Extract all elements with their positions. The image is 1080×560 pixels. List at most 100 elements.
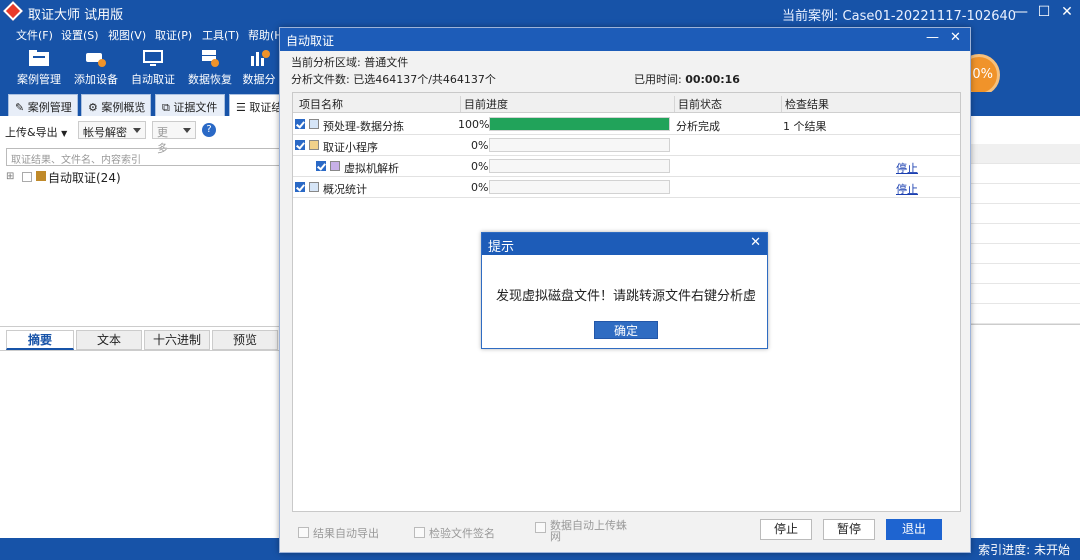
auto-export-checkbox[interactable]: 结果自动导出 [298, 525, 379, 541]
alert-title: 提示 [488, 240, 515, 255]
table-header: 项目名称 目前进度 目前状态 检查结果 [293, 93, 960, 113]
add-device-button[interactable]: 添加设备 [66, 46, 126, 90]
col-result: 检查结果 [781, 96, 829, 112]
row-name: 虚拟机解析 [344, 162, 399, 175]
alert-close-button[interactable]: ✕ [750, 235, 761, 250]
close-button[interactable]: ✕ [1056, 2, 1078, 22]
table-row[interactable]: 虚拟机解析 0% 停止 [293, 156, 960, 177]
mini-program-icon [309, 140, 319, 150]
stop-button[interactable]: 停止 [760, 519, 812, 540]
bar-chart-icon [251, 50, 270, 66]
progress-bar [489, 138, 670, 152]
list-row [961, 204, 1080, 224]
row-checkbox[interactable] [316, 161, 326, 171]
row-checkbox[interactable] [295, 182, 305, 192]
row-checkbox[interactable] [295, 140, 305, 150]
list-row [961, 164, 1080, 184]
row-percent: 0% [471, 160, 489, 173]
detail-pane [0, 350, 285, 538]
table-row[interactable]: 预处理-数据分拣 100% 分析完成 1 个结果 [293, 114, 960, 135]
menu-help[interactable]: 帮助(H [248, 27, 283, 43]
tab-forensics-results[interactable]: ☰ 取证结 [229, 94, 283, 116]
menu-file[interactable]: 文件(F) [16, 27, 53, 43]
tab-evidence-files[interactable]: ⧉ 证据文件 [155, 94, 225, 116]
menu-forensics[interactable]: 取证(P) [155, 27, 192, 43]
analysis-area: 当前分析区域: 普通文件 [291, 56, 409, 69]
tree-checkbox[interactable] [22, 172, 32, 182]
add-device-icon [86, 53, 106, 67]
maximize-button[interactable]: ☐ [1033, 2, 1055, 22]
stop-link[interactable]: 停止 [896, 160, 918, 176]
upload-export-dropdown[interactable]: 上传&导出 ▼ [5, 124, 67, 140]
progress-bar [489, 159, 670, 173]
case-management-button[interactable]: 案例管理 [9, 46, 69, 90]
statistics-icon [309, 182, 319, 192]
stop-link[interactable]: 停止 [896, 181, 918, 197]
vm-icon [330, 161, 340, 171]
app-title: 取证大师 试用版 [28, 8, 124, 23]
data-analysis-button[interactable]: 数据分 [238, 46, 280, 90]
row-checkbox[interactable] [295, 119, 305, 129]
analysis-file-count: 分析文件数: 已选464137个/共464137个 [291, 73, 496, 86]
dialog-title: 自动取证 [286, 34, 335, 48]
row-status: 分析完成 [676, 120, 720, 133]
ok-button[interactable]: 确定 [594, 321, 658, 339]
table-row[interactable]: 概况统计 0% 停止 [293, 177, 960, 198]
row-name: 取证小程序 [323, 141, 378, 154]
menu-tools[interactable]: 工具(T) [202, 27, 239, 43]
data-recovery-button[interactable]: 数据恢复 [180, 46, 240, 90]
dialog-minimize-button[interactable]: — [926, 30, 939, 45]
row-name: 概况统计 [323, 183, 367, 196]
row-percent: 100% [458, 118, 490, 131]
tab-summary[interactable]: 摘要 [6, 330, 74, 350]
tree-expand-icon[interactable]: ⊞ [6, 171, 14, 182]
folder-icon [29, 50, 49, 66]
help-icon[interactable]: ? [202, 123, 216, 137]
results-icon: ☰ [236, 101, 246, 114]
row-percent: 0% [471, 181, 489, 194]
pause-button[interactable]: 暂停 [823, 519, 875, 540]
alert-message: 发现虚拟磁盘文件！请跳转源文件右键分析虚 [496, 289, 757, 304]
title-bar: 取证大师 试用版 当前案例: Case01-20221117-102640 — … [0, 0, 1080, 24]
tab-hex[interactable]: 十六进制 [144, 330, 210, 350]
col-progress: 目前进度 [460, 96, 508, 112]
alert-title-bar: 提示 ✕ [482, 233, 767, 255]
progress-bar [489, 117, 670, 131]
menu-settings[interactable]: 设置(S) [61, 27, 99, 43]
verify-signature-checkbox[interactable]: 检验文件签名 [414, 525, 495, 541]
tree-item-auto-forensics[interactable]: 自动取证(24) [48, 169, 121, 186]
more-dropdown[interactable]: 更多 [152, 121, 196, 155]
account-decrypt-dropdown[interactable]: 帐号解密 [78, 121, 146, 139]
menu-view[interactable]: 视图(V) [108, 27, 146, 43]
dialog-close-button[interactable]: ✕ [950, 30, 961, 45]
row-name: 预处理-数据分拣 [323, 120, 404, 133]
tab-case-management[interactable]: ✎ 案例管理 [8, 94, 78, 116]
right-list-pane [960, 116, 1080, 324]
list-row [961, 224, 1080, 244]
auto-forensics-button[interactable]: 自动取证 [123, 46, 183, 90]
tab-text[interactable]: 文本 [76, 330, 142, 350]
edit-icon: ✎ [15, 101, 25, 114]
row-percent: 0% [471, 139, 489, 152]
progress-fill [490, 118, 669, 130]
elapsed-time: 已用时间: 00:00:16 [634, 73, 740, 86]
tree-folder-icon [36, 171, 46, 181]
dialog-title-bar: 自动取证 — ✕ [280, 28, 970, 51]
col-name: 项目名称 [299, 98, 343, 111]
auto-upload-checkbox[interactable]: 数据自动上传蛛网 [535, 520, 635, 542]
exit-button[interactable]: 退出 [886, 519, 942, 540]
search-input[interactable]: 取证结果、文件名、内容索引 [6, 148, 281, 166]
tab-case-overview[interactable]: ⚙ 案例概览 [81, 94, 151, 116]
tab-preview[interactable]: 预览 [212, 330, 278, 350]
monitor-icon [143, 50, 163, 66]
list-row [961, 144, 1080, 164]
current-case: 当前案例: Case01-20221117-102640 [782, 9, 1017, 24]
app-logo-icon [3, 1, 23, 21]
table-row[interactable]: 取证小程序 0% [293, 135, 960, 156]
database-icon [202, 50, 219, 67]
minimize-button[interactable]: — [1010, 2, 1032, 22]
detail-tabs: 摘要 文本 十六进制 预览 [0, 326, 285, 350]
files-icon: ⧉ [162, 101, 170, 114]
index-progress: 索引进度: 未开始 [978, 543, 1070, 557]
overview-icon: ⚙ [88, 101, 98, 114]
